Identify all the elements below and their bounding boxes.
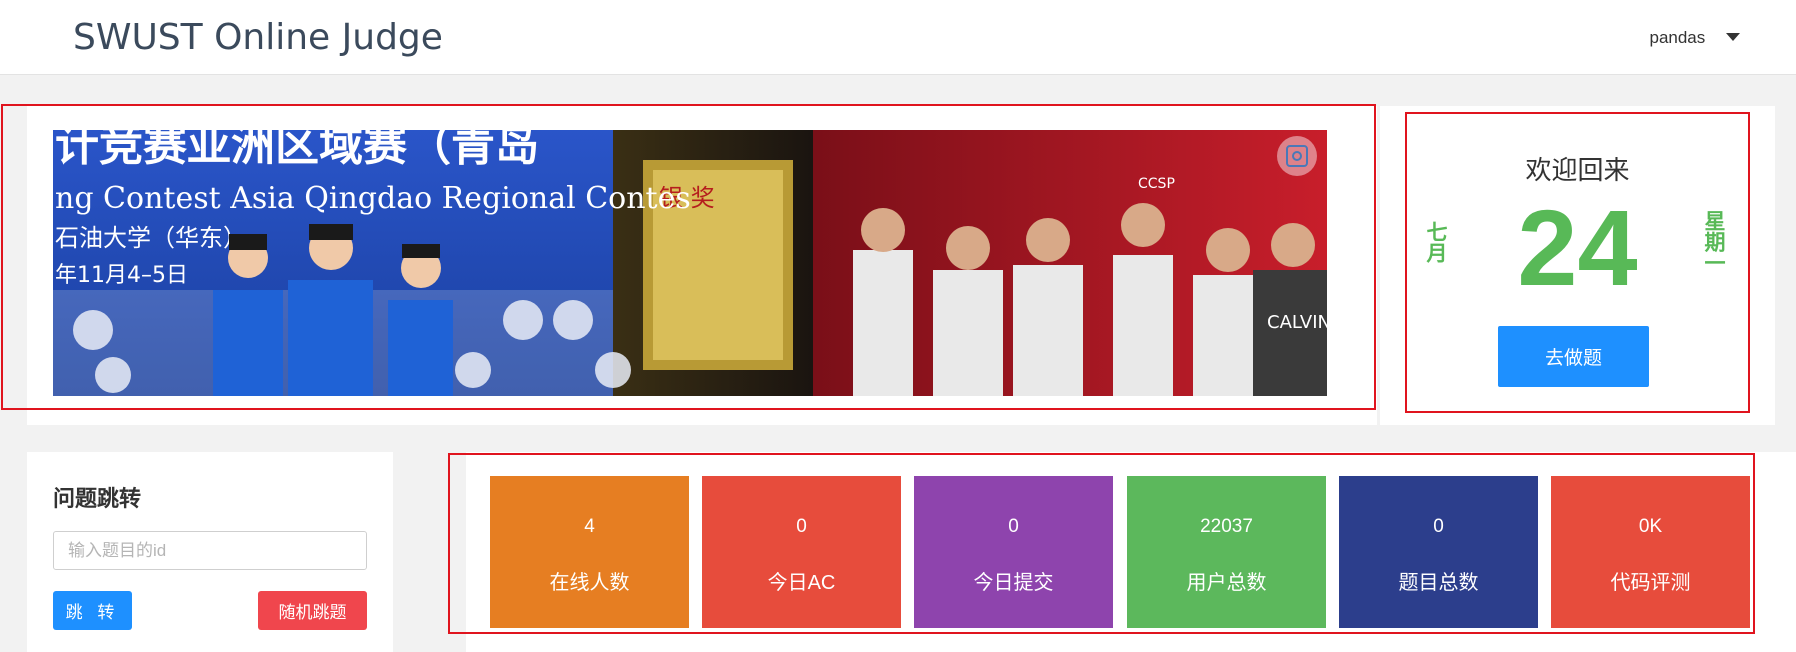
highlight-box-stats bbox=[448, 453, 1755, 634]
caret-down-icon bbox=[1726, 32, 1740, 41]
top-navbar: SWUST Online Judge pandas bbox=[0, 0, 1796, 75]
user-dropdown[interactable]: pandas bbox=[1649, 28, 1740, 48]
site-brand[interactable]: SWUST Online Judge bbox=[73, 17, 443, 58]
highlight-box-welcome bbox=[1405, 112, 1750, 413]
jump-button[interactable]: 跳 转 bbox=[53, 591, 132, 630]
username: pandas bbox=[1649, 28, 1706, 47]
problem-jump-title: 问题跳转 bbox=[53, 486, 142, 511]
random-jump-button[interactable]: 随机跳题 bbox=[258, 591, 367, 630]
problem-id-input[interactable] bbox=[53, 531, 367, 570]
highlight-box-banner bbox=[1, 104, 1376, 410]
